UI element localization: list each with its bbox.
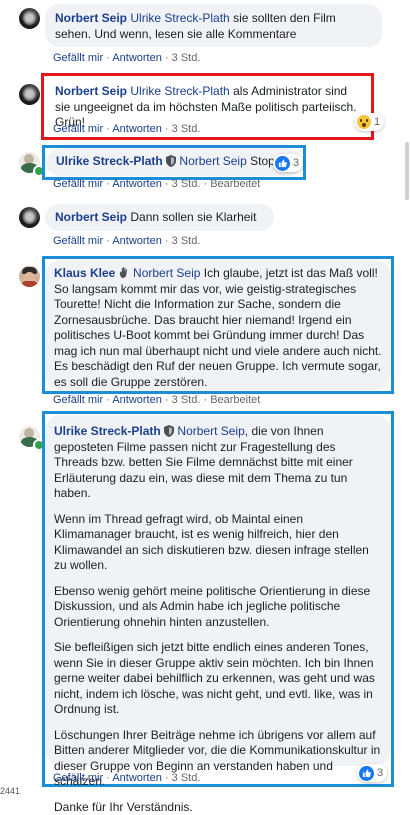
comment-bubble: Klaus Klee Norbert Seip Ich glaube, jetz… bbox=[46, 260, 390, 390]
corner-label: 2441 bbox=[0, 786, 20, 796]
separator: · bbox=[203, 394, 207, 406]
reaction-summary[interactable]: 1 bbox=[355, 113, 384, 131]
comment-bubble: Ulrike Streck-Plath Norbert Seip, die vo… bbox=[46, 415, 390, 766]
separator: · bbox=[106, 235, 110, 247]
comment-time[interactable]: 3 Std. bbox=[172, 52, 201, 64]
edited-label: Bearbeitet bbox=[210, 394, 260, 406]
comment-time[interactable]: 3 Std. bbox=[172, 178, 201, 189]
comment-actions: Gefällt mir · Antworten · 3 Std. bbox=[53, 123, 200, 135]
avatar[interactable] bbox=[19, 207, 40, 228]
comment-author[interactable]: Norbert Seip bbox=[55, 11, 127, 25]
separator: · bbox=[165, 123, 169, 135]
comment-time[interactable]: 3 Std. bbox=[172, 123, 201, 135]
like-link[interactable]: Gefällt mir bbox=[53, 235, 103, 247]
comment-author[interactable]: Klaus Klee bbox=[54, 266, 115, 280]
reaction-summary[interactable]: 3 bbox=[357, 764, 387, 782]
separator: · bbox=[203, 178, 207, 189]
separator: · bbox=[106, 178, 110, 189]
comment-mention[interactable]: Norbert Seip bbox=[177, 424, 244, 438]
waving-hand-icon bbox=[119, 267, 130, 279]
comment-paragraph: Ulrike Streck-Plath Norbert Seip, die vo… bbox=[54, 424, 382, 502]
like-thumb-icon bbox=[275, 156, 290, 171]
separator: · bbox=[106, 52, 110, 64]
reply-link[interactable]: Antworten bbox=[112, 52, 162, 64]
comment-author[interactable]: Ulrike Streck-Plath bbox=[56, 154, 163, 168]
separator: · bbox=[165, 235, 169, 247]
separator: · bbox=[165, 772, 169, 784]
like-link[interactable]: Gefällt mir bbox=[53, 52, 103, 64]
comment-bubble: Norbert Seip Dann sollen sie Klarheit bbox=[45, 204, 274, 231]
reaction-count: 3 bbox=[377, 767, 383, 779]
shield-icon bbox=[166, 155, 176, 167]
comment-bubble: Norbert Seip Ulrike Streck-Plath als Adm… bbox=[45, 77, 370, 120]
comment-actions: Gefällt mir · Antworten · 3 Std. bbox=[53, 52, 200, 64]
reply-link[interactable]: Antworten bbox=[112, 235, 162, 247]
reply-link[interactable]: Antworten bbox=[112, 394, 162, 406]
like-link[interactable]: Gefällt mir bbox=[53, 178, 103, 189]
comment-mention[interactable]: Norbert Seip bbox=[133, 266, 200, 280]
comment-mention[interactable]: Norbert Seip bbox=[179, 154, 246, 168]
avatar[interactable] bbox=[19, 84, 40, 105]
reply-link[interactable]: Antworten bbox=[112, 772, 162, 784]
like-link[interactable]: Gefällt mir bbox=[53, 772, 103, 784]
separator: · bbox=[106, 394, 110, 406]
like-link[interactable]: Gefällt mir bbox=[53, 123, 103, 135]
reaction-summary[interactable]: 3 bbox=[273, 154, 303, 172]
separator: · bbox=[106, 123, 110, 135]
comment-paragraph: Danke für Ihr Verständnis. bbox=[54, 800, 382, 815]
comment-paragraph: Ebenso wenig gehört meine politische Ori… bbox=[54, 584, 382, 631]
comment-time[interactable]: 3 Std. bbox=[172, 394, 201, 406]
comment-author[interactable]: Norbert Seip bbox=[55, 210, 127, 224]
reaction-count: 3 bbox=[293, 157, 299, 169]
comment-text: Dann sollen sie Klarheit bbox=[130, 210, 256, 224]
comment-mention[interactable]: Ulrike Streck-Plath bbox=[130, 84, 229, 98]
comment-mention[interactable]: Ulrike Streck-Plath bbox=[130, 11, 229, 25]
comment-time[interactable]: 3 Std. bbox=[172, 235, 201, 247]
avatar[interactable] bbox=[19, 8, 40, 29]
edited-label: Bearbeitet bbox=[210, 178, 260, 189]
comment-bubble: Ulrike Streck-Plath Norbert Seip Stop. bbox=[46, 149, 302, 176]
avatar[interactable] bbox=[19, 266, 40, 287]
comment-actions: Gefällt mir · Antworten · 3 Std. · Bearb… bbox=[53, 394, 260, 406]
shield-icon bbox=[164, 425, 174, 437]
comment-author[interactable]: Ulrike Streck-Plath bbox=[54, 424, 161, 438]
comment-time[interactable]: 3 Std. bbox=[172, 772, 201, 784]
comment-actions: Gefällt mir · Antworten · 3 Std. bbox=[53, 235, 200, 247]
separator: · bbox=[106, 772, 110, 784]
reply-link[interactable]: Antworten bbox=[112, 123, 162, 135]
reaction-count: 1 bbox=[374, 116, 380, 128]
comment-paragraph: Sie befleißigen sich jetzt bitte endlich… bbox=[54, 640, 382, 718]
scrollbar[interactable] bbox=[405, 142, 409, 200]
comment-bubble: Norbert Seip Ulrike Streck-Plath sie sol… bbox=[45, 4, 382, 47]
separator: · bbox=[165, 394, 169, 406]
comment-paragraph: Wenn im Thread gefragt wird, ob Maintal … bbox=[54, 512, 382, 574]
like-thumb-icon bbox=[359, 766, 374, 781]
separator: · bbox=[165, 178, 169, 189]
comment-actions: Gefällt mir · Antworten · 3 Std. · Bearb… bbox=[53, 178, 260, 189]
comment-text: Ich glaube, jetzt ist das Maß voll! So l… bbox=[54, 266, 382, 389]
reply-link[interactable]: Antworten bbox=[112, 178, 162, 189]
comment-author[interactable]: Norbert Seip bbox=[55, 84, 127, 98]
like-link[interactable]: Gefällt mir bbox=[53, 394, 103, 406]
wow-emoji-icon bbox=[357, 115, 371, 129]
separator: · bbox=[165, 52, 169, 64]
comment-actions: Gefällt mir · Antworten · 3 Std. bbox=[53, 772, 200, 784]
